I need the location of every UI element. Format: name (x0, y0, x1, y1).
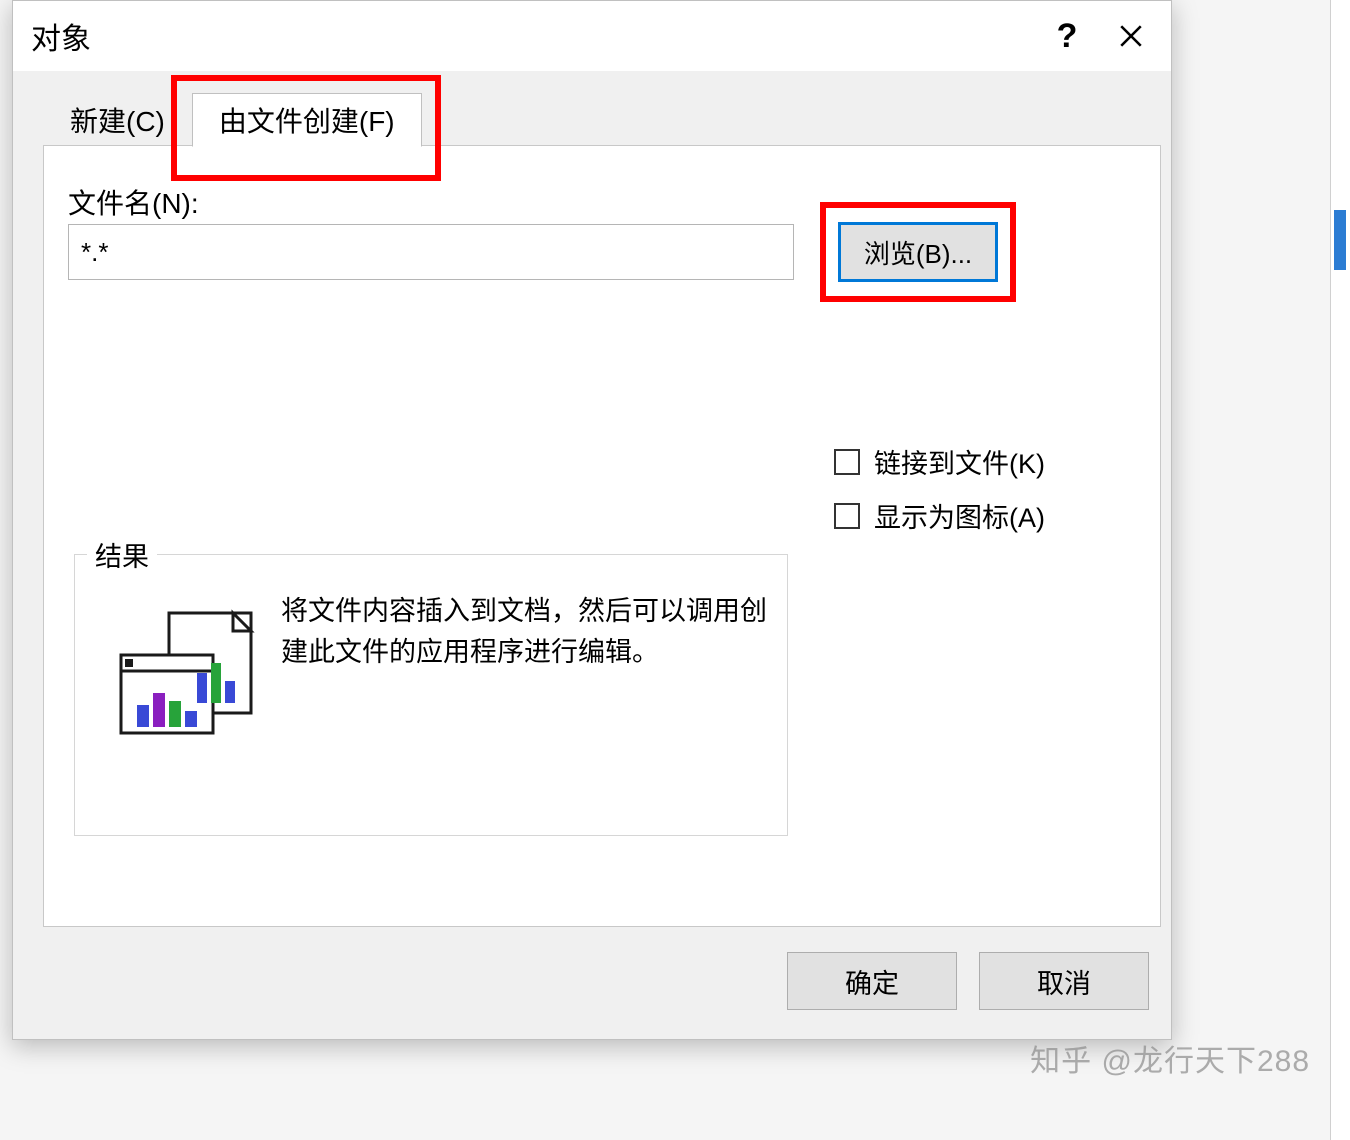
browse-button-label: 浏览(B)... (864, 234, 972, 271)
browse-button[interactable]: 浏览(B)... (838, 222, 998, 282)
cancel-button-label: 取消 (1037, 962, 1091, 1001)
checkbox-box-icon (834, 503, 860, 529)
background-ribbon-accent (1334, 210, 1346, 270)
tab-row: 新建(C) 由文件创建(F) (43, 89, 1141, 147)
result-groupbox: 结果 (74, 554, 788, 836)
result-description: 将文件内容插入到文档，然后可以调用创建此文件的应用程序进行编辑。 (281, 591, 767, 672)
dialog-title: 对象 (31, 14, 1035, 58)
checkbox-display-as-icon[interactable]: 显示为图标(A) (834, 496, 1045, 535)
checkbox-link-label: 链接到文件(K) (874, 442, 1045, 481)
background-app-strip (1330, 0, 1350, 1140)
checkbox-box-icon (834, 449, 860, 475)
dialog-body: 新建(C) 由文件创建(F) 文件名(N): 浏览(B)... 链接到文件(K)… (13, 71, 1171, 1039)
tab-panel: 文件名(N): 浏览(B)... 链接到文件(K) 显示为图标(A) 结果 (43, 145, 1161, 927)
ok-button[interactable]: 确定 (787, 952, 957, 1010)
ok-button-label: 确定 (845, 962, 899, 1001)
watermark-text: 知乎 @龙行天下288 (1030, 1036, 1310, 1080)
checkbox-icon-label: 显示为图标(A) (874, 496, 1045, 535)
checkbox-link-to-file[interactable]: 链接到文件(K) (834, 442, 1045, 481)
tab-new-label: 新建(C) (70, 100, 165, 140)
result-group-title: 结果 (87, 535, 157, 574)
cancel-button[interactable]: 取消 (979, 952, 1149, 1010)
tab-create-from-file[interactable]: 由文件创建(F) (192, 93, 422, 147)
filename-input[interactable] (68, 224, 794, 280)
close-button[interactable] (1099, 1, 1163, 71)
tab-new[interactable]: 新建(C) (43, 93, 192, 147)
object-dialog: 对象 ? 新建(C) 由文件创建(F) 文件名(N): 浏览(B)... (12, 0, 1172, 1040)
dialog-footer: 确定 取消 (13, 945, 1171, 1017)
filename-label: 文件名(N): (68, 182, 199, 222)
help-button[interactable]: ? (1035, 1, 1099, 71)
close-icon (1118, 23, 1144, 49)
result-chart-icon (111, 607, 261, 747)
tab-create-from-file-label: 由文件创建(F) (219, 100, 395, 140)
annotation-highlight-browse: 浏览(B)... (820, 202, 1016, 302)
titlebar: 对象 ? (13, 1, 1171, 71)
